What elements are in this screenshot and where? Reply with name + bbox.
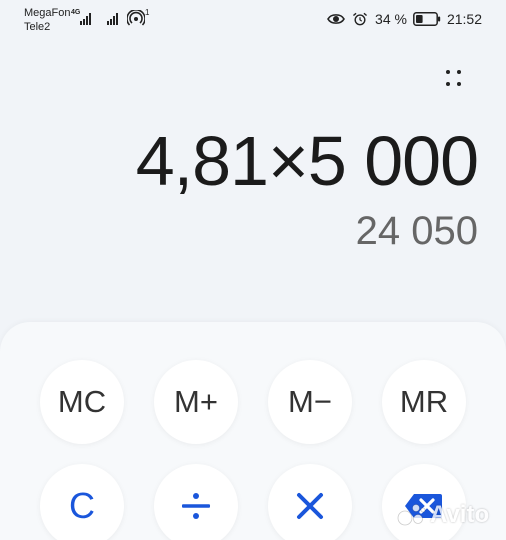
battery-icon bbox=[413, 12, 441, 26]
carrier-names: MegaFon Tele2 bbox=[24, 6, 70, 34]
status-right-group: 34 % 21:52 bbox=[327, 10, 482, 28]
eye-icon bbox=[327, 14, 345, 24]
hotspot-icon bbox=[127, 10, 145, 26]
m-minus-button[interactable]: M− bbox=[268, 360, 352, 444]
alarm-icon bbox=[353, 12, 368, 26]
more-menu-button[interactable] bbox=[440, 64, 470, 94]
hotspot-count: 1 bbox=[145, 8, 150, 17]
divide-icon bbox=[182, 493, 210, 519]
result-display: 24 050 bbox=[355, 209, 478, 253]
clear-button[interactable]: C bbox=[40, 464, 124, 540]
clock: 21:52 bbox=[446, 11, 482, 27]
mc-button[interactable]: MC bbox=[40, 360, 124, 444]
signal-icon bbox=[80, 13, 91, 25]
multiply-icon bbox=[297, 493, 323, 519]
network-type-label: 4G bbox=[71, 9, 81, 16]
watermark-text: Avito bbox=[430, 501, 490, 528]
status-bar: MegaFon Tele2 4G 1 34 % 21:52 bbox=[0, 0, 506, 40]
divide-button[interactable] bbox=[154, 464, 238, 540]
m-plus-button[interactable]: M+ bbox=[154, 360, 238, 444]
mr-button[interactable]: MR bbox=[382, 360, 466, 444]
carrier-1-label: MegaFon bbox=[24, 7, 71, 19]
carrier-2-label: Tele2 bbox=[24, 21, 51, 33]
avito-logo-icon bbox=[397, 504, 426, 526]
multiply-button[interactable] bbox=[268, 464, 352, 540]
battery-percent: 34 % bbox=[375, 11, 407, 27]
expression-display: 4,81×5 000 bbox=[135, 122, 479, 200]
avito-watermark: Avito bbox=[396, 497, 496, 533]
signal-icon bbox=[107, 13, 118, 25]
dots-grid-icon bbox=[446, 70, 450, 74]
